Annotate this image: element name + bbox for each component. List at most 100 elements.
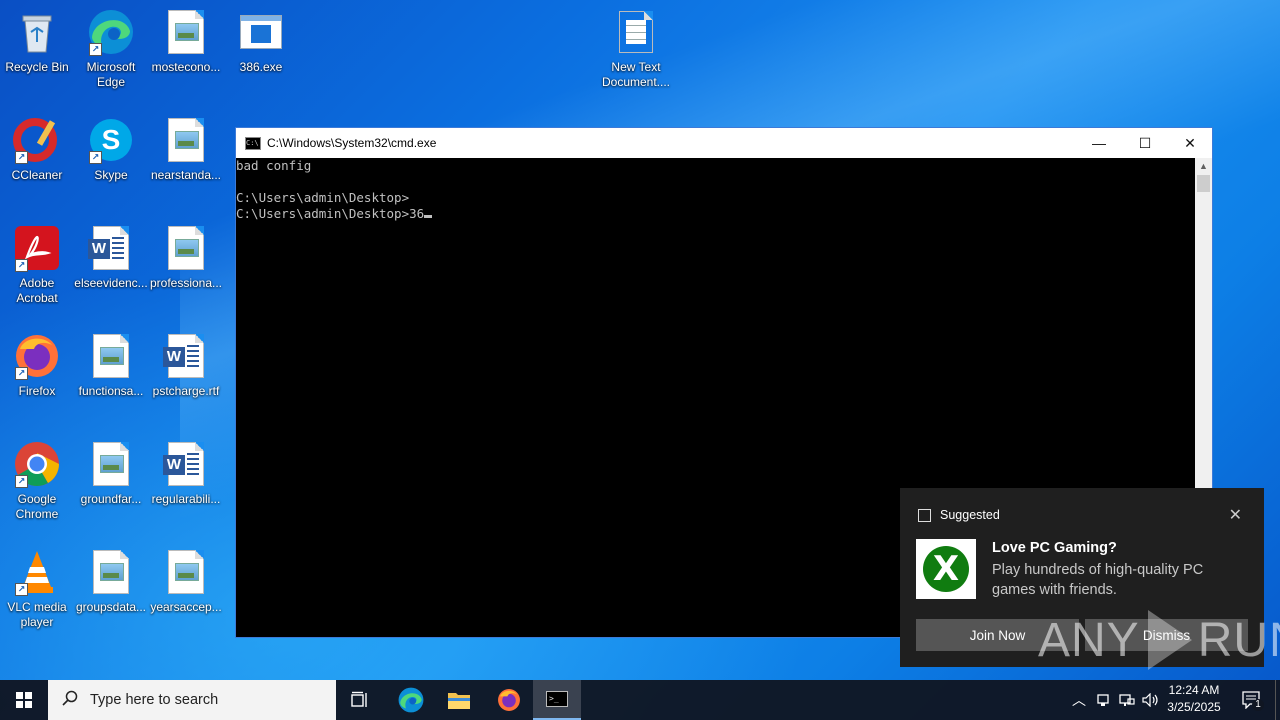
image-file-icon bbox=[162, 548, 210, 596]
clock-time: 12:24 AM bbox=[1168, 683, 1220, 697]
edge-icon: ↗ bbox=[87, 8, 135, 56]
toast-header-label: Suggested bbox=[940, 508, 1000, 522]
edge-icon bbox=[398, 687, 424, 713]
cmd-icon: >_ bbox=[546, 691, 568, 707]
task-view-icon bbox=[351, 691, 367, 707]
desktop-icon-regularabili[interactable]: W regularabili... bbox=[149, 440, 223, 507]
image-file-icon bbox=[87, 548, 135, 596]
close-button[interactable]: ✕ bbox=[1167, 128, 1213, 158]
chrome-icon: ↗ bbox=[13, 440, 61, 488]
scrollbar-thumb[interactable] bbox=[1197, 175, 1210, 192]
desktop-icon-label: pstcharge.rtf bbox=[152, 384, 220, 398]
desktop-icon-label: groundfar... bbox=[80, 492, 142, 506]
desktop-icon-microsoft-edge[interactable]: ↗ Microsoft Edge bbox=[74, 8, 148, 90]
desktop-icon-mostecono[interactable]: mostecono... bbox=[149, 8, 223, 75]
vlc-icon: ↗ bbox=[13, 548, 61, 596]
word-file-icon: W bbox=[162, 332, 210, 380]
desktop-icon-firefox[interactable]: ↗ Firefox bbox=[0, 332, 74, 399]
desktop-icon-label: professiona... bbox=[149, 276, 223, 290]
minimize-icon: — bbox=[1092, 135, 1106, 151]
desktop-icon-label: mostecono... bbox=[151, 60, 221, 74]
show-desktop-button[interactable] bbox=[1275, 680, 1280, 720]
folder-icon bbox=[448, 693, 470, 709]
notification-toast[interactable]: Suggested ✕ X Love PC Gaming? Play hundr… bbox=[900, 488, 1264, 667]
desktop-icon-recycle-bin[interactable]: Recycle Bin bbox=[0, 8, 74, 75]
desktop-icon-professiona[interactable]: professiona... bbox=[149, 224, 223, 291]
toast-title: Love PC Gaming? bbox=[992, 540, 1117, 556]
shortcut-arrow-icon: ↗ bbox=[15, 367, 28, 380]
firefox-icon bbox=[498, 689, 520, 711]
cmd-title-bar[interactable]: C:\ C:\Windows\System32\cmd.exe — ☐ ✕ bbox=[236, 128, 1212, 158]
network-icon bbox=[1119, 694, 1135, 706]
desktop-icon-ccleaner[interactable]: ↗ CCleaner bbox=[0, 116, 74, 183]
console-line: bad config bbox=[236, 158, 312, 173]
cmd-app-icon: C:\ bbox=[245, 136, 261, 150]
desktop-icon-skype[interactable]: S ↗ Skype bbox=[74, 116, 148, 183]
xbox-icon: X bbox=[916, 539, 976, 599]
desktop-icon-new-text-document[interactable]: New Text Document.... bbox=[599, 8, 673, 90]
image-file-icon bbox=[87, 332, 135, 380]
shortcut-arrow-icon: ↗ bbox=[89, 151, 102, 164]
desktop-icon-label: Firefox bbox=[18, 384, 56, 398]
action-center-button[interactable]: 1 bbox=[1232, 680, 1272, 720]
desktop-icon-elseevidenc[interactable]: W elseevidenc... bbox=[74, 224, 148, 291]
taskbar-clock[interactable]: 12:24 AM 3/25/2025 bbox=[1158, 682, 1230, 718]
suggested-icon bbox=[918, 508, 931, 522]
toast-body: Play hundreds of high-quality PC games w… bbox=[992, 562, 1204, 598]
taskbar-file-explorer-button[interactable] bbox=[435, 680, 483, 720]
desktop-icon-functionsa[interactable]: functionsa... bbox=[74, 332, 148, 399]
dismiss-button[interactable]: Dismiss bbox=[1085, 619, 1248, 651]
console-prompt: C:\Users\admin\Desktop>36 bbox=[236, 206, 425, 221]
clock-date: 3/25/2025 bbox=[1167, 700, 1221, 714]
desktop-icon-label: groupsdata... bbox=[75, 600, 147, 614]
shortcut-arrow-icon: ↗ bbox=[15, 151, 28, 164]
start-button[interactable] bbox=[0, 680, 48, 720]
desktop-icon-386-exe[interactable]: 386.exe bbox=[224, 8, 298, 75]
tray-app-button[interactable] bbox=[1093, 680, 1113, 720]
image-file-icon bbox=[87, 440, 135, 488]
join-now-button[interactable]: Join Now bbox=[916, 619, 1079, 651]
shortcut-arrow-icon: ↗ bbox=[15, 259, 28, 272]
desktop-icon-adobe-acrobat[interactable]: ↗ Adobe Acrobat bbox=[0, 224, 74, 306]
recycle-bin-icon bbox=[13, 8, 61, 56]
toast-close-button[interactable]: ✕ bbox=[1229, 505, 1242, 525]
desktop-icon-label: Adobe Acrobat bbox=[16, 276, 58, 305]
desktop-icon-label: yearsaccep... bbox=[150, 600, 222, 614]
word-file-icon: W bbox=[162, 440, 210, 488]
desktop-icon-label: functionsa... bbox=[78, 384, 144, 398]
desktop-icon-google-chrome[interactable]: ↗ Google Chrome bbox=[0, 440, 74, 522]
show-hidden-icons-button[interactable]: ︿ bbox=[1068, 680, 1090, 720]
desktop-icon-vlc[interactable]: ↗ VLC media player bbox=[0, 548, 74, 630]
desktop-icon-nearstanda[interactable]: nearstanda... bbox=[149, 116, 223, 183]
acrobat-icon: ↗ bbox=[13, 224, 61, 272]
desktop-icon-label: nearstanda... bbox=[150, 168, 222, 182]
task-view-button[interactable] bbox=[336, 680, 384, 720]
chevron-up-icon: ︿ bbox=[1072, 692, 1086, 708]
text-cursor bbox=[424, 215, 433, 218]
taskbar-cmd-button[interactable]: >_ bbox=[533, 680, 581, 720]
skype-icon: S ↗ bbox=[87, 116, 135, 164]
text-file-icon bbox=[612, 8, 660, 56]
exe-icon bbox=[237, 8, 285, 56]
desktop-icon-yearsaccep[interactable]: yearsaccep... bbox=[149, 548, 223, 615]
taskbar-firefox-button[interactable] bbox=[485, 680, 533, 720]
taskbar-edge-button[interactable] bbox=[387, 680, 435, 720]
desktop-icon-label: regularabili... bbox=[151, 492, 221, 506]
desktop-icon-groupsdata[interactable]: groupsdata... bbox=[74, 548, 148, 615]
taskbar-search-box[interactable]: Type here to search bbox=[48, 680, 336, 720]
toast-header: Suggested bbox=[918, 508, 1000, 522]
shortcut-arrow-icon: ↗ bbox=[15, 583, 28, 596]
network-button[interactable] bbox=[1116, 680, 1138, 720]
minimize-button[interactable]: — bbox=[1076, 128, 1122, 158]
desktop-icon-label: elseevidenc... bbox=[74, 276, 148, 290]
scroll-up-icon[interactable]: ▲ bbox=[1195, 158, 1212, 175]
search-placeholder: Type here to search bbox=[90, 692, 219, 708]
tray-app-icon bbox=[1097, 694, 1109, 706]
desktop-icon-label: Recycle Bin bbox=[5, 60, 69, 74]
desktop-icon-groundfar[interactable]: groundfar... bbox=[74, 440, 148, 507]
desktop-icon-label: New Text Document.... bbox=[601, 60, 671, 89]
desktop-icon-pstcharge[interactable]: W pstcharge.rtf bbox=[149, 332, 223, 399]
shortcut-arrow-icon: ↗ bbox=[15, 475, 28, 488]
maximize-button[interactable]: ☐ bbox=[1122, 128, 1168, 158]
maximize-icon: ☐ bbox=[1138, 134, 1152, 151]
